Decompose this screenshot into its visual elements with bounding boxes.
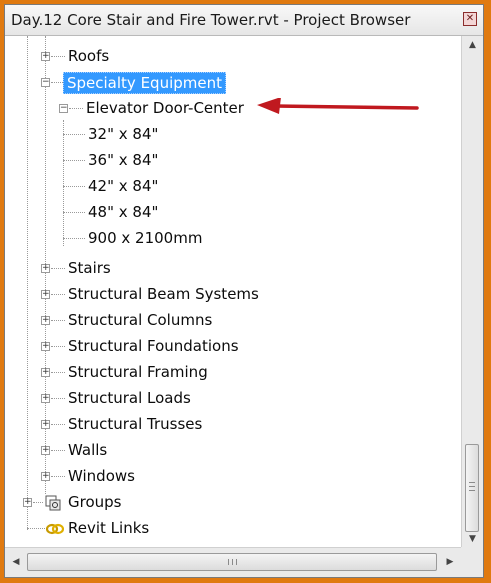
tree-item-label: Windows: [68, 467, 135, 485]
tree-connector: [51, 320, 65, 321]
expand-icon[interactable]: +: [23, 498, 32, 507]
tree-item-type[interactable]: 32" x 84": [5, 122, 461, 148]
tree-item-walls[interactable]: + Walls: [5, 438, 461, 464]
scroll-up-icon: ▲: [469, 40, 476, 50]
horizontal-scroll-thumb[interactable]: [27, 553, 437, 571]
vertical-scrollbar[interactable]: ▲ ▼: [461, 36, 483, 548]
tree-connector: [63, 160, 85, 161]
expand-icon[interactable]: +: [41, 420, 50, 429]
collapse-icon[interactable]: −: [41, 78, 50, 87]
tree-item-structural-framing[interactable]: + Structural Framing: [5, 360, 461, 386]
tree-connector: [63, 134, 85, 135]
tree-item-label: Structural Trusses: [68, 415, 203, 433]
tree-item-structural-columns[interactable]: + Structural Columns: [5, 308, 461, 334]
browser-tree: + Roofs − Specialty Equipment − Elevator…: [5, 36, 461, 548]
expand-icon[interactable]: +: [41, 342, 50, 351]
tree-item-windows[interactable]: + Windows: [5, 464, 461, 490]
tree-item-label: 36" x 84": [88, 151, 159, 169]
project-browser-window: Day.12 Core Stair and Fire Tower.rvt - P…: [4, 4, 484, 578]
tree-connector: [51, 398, 65, 399]
tree-item-label: Revit Links: [68, 519, 150, 537]
tree-item-stairs[interactable]: + Stairs: [5, 256, 461, 282]
grip-line: [469, 486, 475, 487]
tree-item-specialty-equipment[interactable]: − Specialty Equipment: [5, 70, 461, 96]
tree-item-label: Stairs: [68, 259, 111, 277]
tree-item-label: Groups: [68, 493, 122, 511]
tree-connector: [27, 528, 47, 529]
expand-icon[interactable]: +: [41, 316, 50, 325]
expand-icon[interactable]: +: [41, 290, 50, 299]
tree-connector: [33, 502, 43, 503]
tree-connector: [69, 108, 83, 109]
expand-icon[interactable]: +: [41, 446, 50, 455]
tree-item-label: Walls: [68, 441, 108, 459]
collapse-icon[interactable]: −: [59, 104, 68, 113]
tree-item-label: Structural Foundations: [68, 337, 239, 355]
tree-connector: [51, 372, 65, 373]
grip-line: [469, 482, 475, 483]
expand-icon[interactable]: +: [41, 264, 50, 273]
scroll-right-button[interactable]: ▶: [441, 553, 459, 571]
tree-connector: [51, 476, 65, 477]
tree-item-label: Structural Beam Systems: [68, 285, 259, 303]
expand-icon[interactable]: +: [41, 368, 50, 377]
tree-connector: [51, 346, 65, 347]
scrollbar-corner: [461, 547, 483, 577]
tree-connector: [63, 212, 85, 213]
grip-line: [469, 490, 475, 491]
tree-connector: [51, 450, 65, 451]
tree-connector: [51, 294, 65, 295]
tree-item-label: 900 x 2100mm: [88, 229, 203, 247]
expand-icon[interactable]: +: [41, 394, 50, 403]
scroll-up-button[interactable]: ▲: [462, 36, 483, 54]
tree-item-structural-beam-systems[interactable]: + Structural Beam Systems: [5, 282, 461, 308]
tree-item-type[interactable]: 36" x 84": [5, 148, 461, 174]
tree-item-label: Structural Framing: [68, 363, 208, 381]
window-title: Day.12 Core Stair and Fire Tower.rvt - P…: [11, 11, 411, 29]
grip-line: [228, 559, 229, 565]
close-icon: ✕: [465, 13, 475, 24]
tree-item-type[interactable]: 48" x 84": [5, 200, 461, 226]
tree-connector: [51, 268, 65, 269]
revit-links-icon: [46, 523, 64, 535]
scroll-down-button[interactable]: ▼: [462, 530, 483, 548]
tree-connector: [63, 238, 85, 239]
tree-item-label: Structural Columns: [68, 311, 213, 329]
expand-icon[interactable]: +: [41, 52, 50, 61]
scroll-left-button[interactable]: ◀: [7, 553, 25, 571]
scroll-left-icon: ◀: [12, 557, 20, 567]
tree-connector: [51, 56, 65, 57]
tree-item-label: Structural Loads: [68, 389, 191, 407]
annotation-arrow-icon: [257, 98, 419, 114]
tree-item-label: Roofs: [68, 47, 110, 65]
tree-item-label: 42" x 84": [88, 177, 159, 195]
tree-item-structural-loads[interactable]: + Structural Loads: [5, 386, 461, 412]
tree-item-groups[interactable]: + Groups: [5, 490, 461, 516]
tree-item-label-selected: Specialty Equipment: [63, 72, 226, 94]
title-bar[interactable]: Day.12 Core Stair and Fire Tower.rvt - P…: [5, 5, 483, 36]
vertical-scroll-thumb[interactable]: [465, 444, 479, 532]
tree-item-label: 32" x 84": [88, 125, 159, 143]
tree-item-structural-trusses[interactable]: + Structural Trusses: [5, 412, 461, 438]
scroll-down-icon: ▼: [469, 534, 476, 544]
tree-connector: [51, 424, 65, 425]
tree-item-label: 48" x 84": [88, 203, 159, 221]
grip-line: [236, 559, 237, 565]
groups-icon: [45, 495, 61, 511]
tree-item-type[interactable]: 900 x 2100mm: [5, 226, 461, 252]
tree-item-label: Elevator Door-Center: [86, 99, 244, 117]
tree-item-type[interactable]: 42" x 84": [5, 174, 461, 200]
scroll-right-icon: ▶: [446, 557, 454, 567]
expand-icon[interactable]: +: [41, 472, 50, 481]
close-button[interactable]: ✕: [463, 12, 477, 26]
tree-item-revit-links[interactable]: Revit Links: [5, 516, 461, 542]
tree-item-structural-foundations[interactable]: + Structural Foundations: [5, 334, 461, 360]
tree-connector: [63, 186, 85, 187]
grip-line: [232, 559, 233, 565]
horizontal-scrollbar[interactable]: ◀ ▶: [5, 547, 461, 577]
tree-item-roofs[interactable]: + Roofs: [5, 44, 461, 70]
